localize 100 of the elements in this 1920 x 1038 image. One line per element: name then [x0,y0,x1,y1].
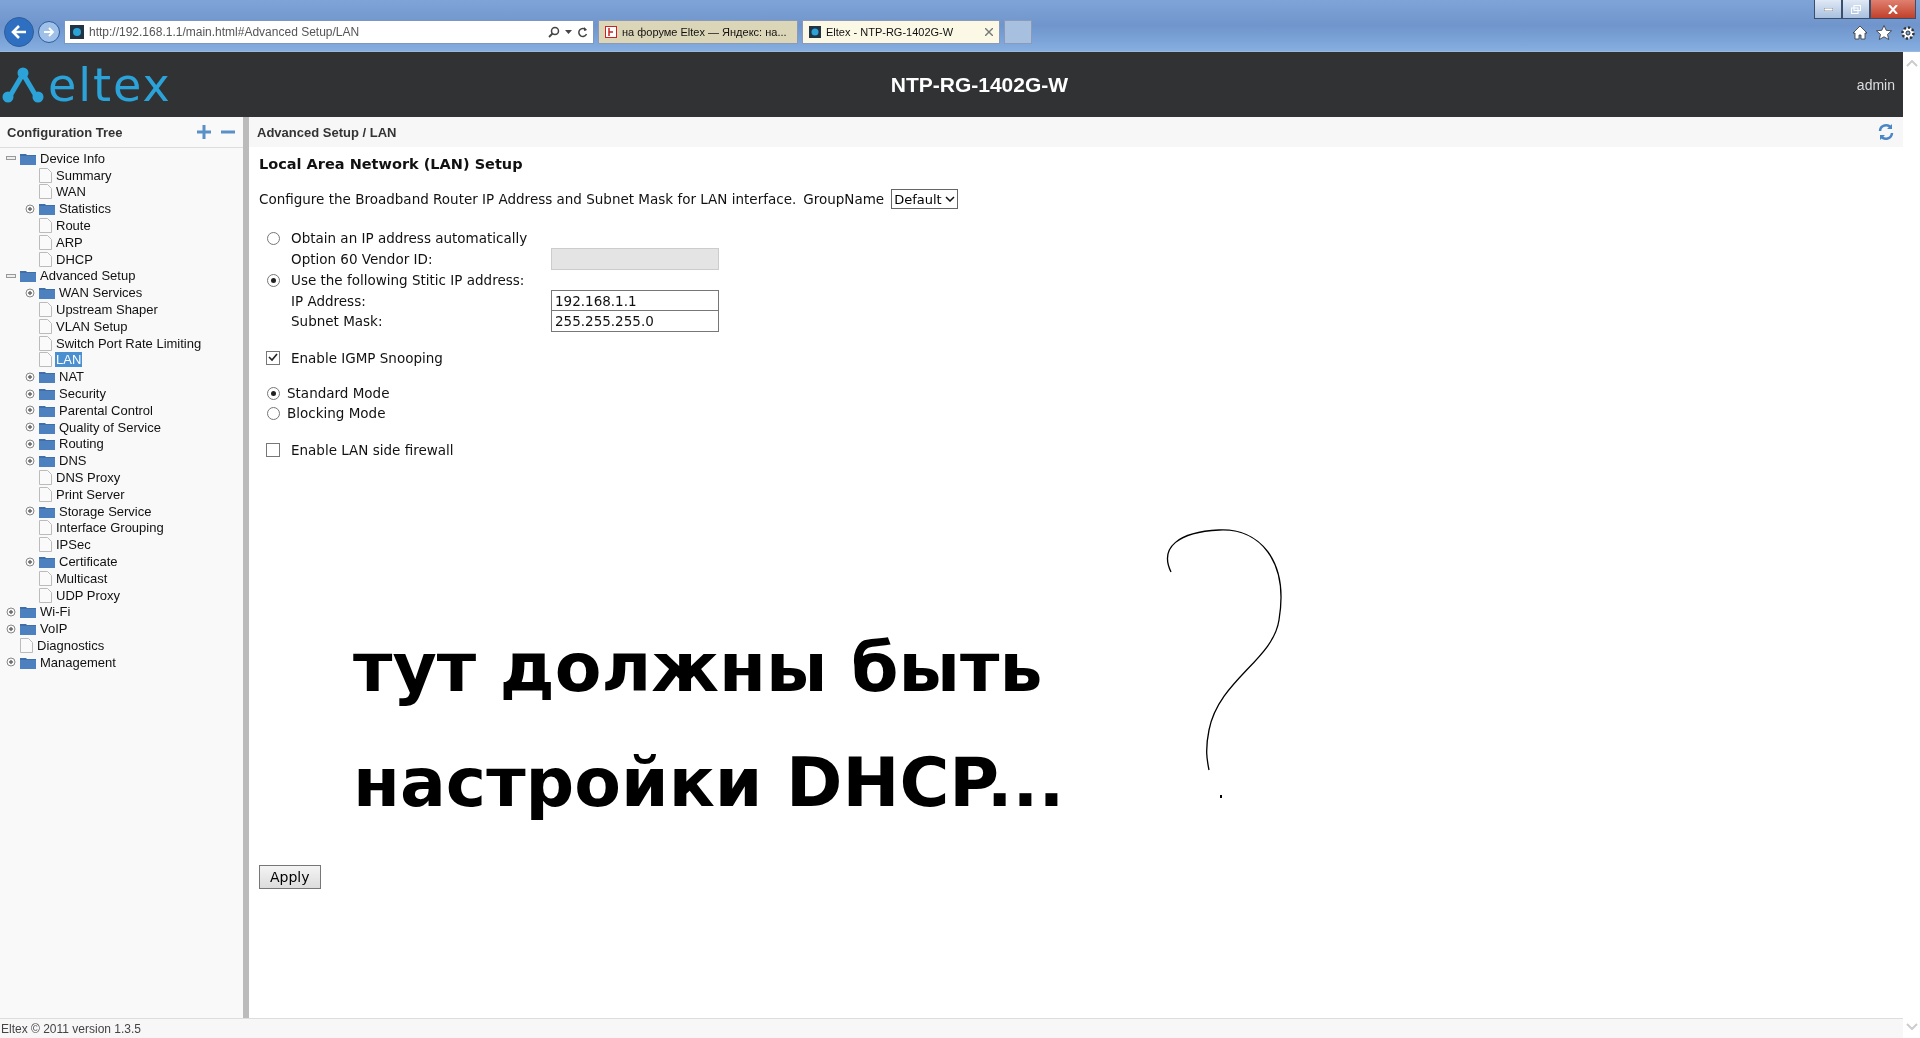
expand-icon[interactable] [25,405,35,416]
checkbox[interactable] [266,350,280,365]
star-icon[interactable] [1876,25,1892,40]
tree-item[interactable]: Summary [55,167,113,183]
option-label: Enable LAN side firewall [291,442,454,459]
page-icon [39,184,52,200]
back-button[interactable] [4,17,34,47]
tree-item[interactable]: Quality of Service [58,419,162,435]
tree-item[interactable]: Switch Port Rate Limiting [55,335,203,351]
checkbox[interactable] [266,443,280,458]
tree-item[interactable]: Parental Control [58,402,154,418]
page-icon [39,352,52,368]
tree-item[interactable]: WAN [55,184,87,200]
footer-text: Eltex © 2011 version 1.3.5 [0,1018,1903,1038]
site-icon [809,26,821,38]
tree-item[interactable]: Management [39,654,117,670]
browser-tab[interactable]: на форуме Eltex — Яндекс: на... [598,20,798,44]
forward-arrow-icon [43,27,55,37]
field-label: Option 60 Vendor ID: [290,251,434,268]
logo-text: eltex [48,61,172,108]
input-field[interactable]: 255.255.255.0 [551,309,719,332]
expand-icon[interactable] [6,657,16,668]
expand-icon[interactable] [25,438,35,449]
option-label: Use the following Stitic IP address: [291,272,525,289]
folder-icon [20,655,36,669]
search-icon[interactable] [548,26,560,38]
close-icon [1888,4,1898,14]
folder-icon [39,420,55,434]
home-icon[interactable] [1852,25,1868,40]
tree-item[interactable]: DHCP [55,251,94,267]
folder-icon [39,504,55,518]
radio-button[interactable] [266,231,280,245]
folder-icon [20,605,36,619]
tree-item[interactable]: Interface Grouping [55,520,165,536]
page-icon [39,537,52,553]
expand-icon[interactable] [25,455,35,466]
tree-item[interactable]: Print Server [55,486,126,502]
refresh-icon[interactable] [577,26,588,38]
radio-button[interactable] [266,386,280,400]
tree-item[interactable]: Diagnostics [36,638,106,653]
expand-icon[interactable] [25,556,35,567]
folder-icon [20,622,36,636]
expand-icon[interactable] [25,371,35,382]
annotation-text: тут должны быть [353,626,1044,709]
tree-item[interactable]: DNS [58,453,88,469]
field-label: Subnet Mask: [290,312,384,329]
expand-all-icon[interactable] [197,125,211,139]
tree-item[interactable]: Statistics [58,201,112,217]
tree-item[interactable]: IPSec [55,537,92,553]
tree-item[interactable]: ARP [55,234,84,250]
folder-icon [39,555,55,568]
close-icon[interactable] [985,28,993,36]
tree-item[interactable]: Advanced Setup [39,268,137,284]
tree-item[interactable]: Security [58,386,107,402]
close-button[interactable] [1870,0,1916,19]
page-icon [39,167,52,183]
tree-item[interactable]: UDP Proxy [55,587,122,603]
page-icon [39,570,52,586]
tree-item[interactable]: DNS Proxy [55,470,122,486]
expand-icon[interactable] [25,203,35,214]
field-label: IP Address: [290,293,367,310]
tree-item[interactable]: Routing [58,436,105,452]
minimize-button[interactable] [1814,0,1842,19]
tree-item[interactable]: Upstream Shaper [55,302,159,318]
browser-tab[interactable]: Eltex - NTP-RG-1402G-W [802,20,1000,44]
description-text: Configure the Broadband Router IP Address and Subnet Mask for LAN interface. [259,191,797,207]
option-label: Obtain an IP address automatically [291,230,528,247]
settings-icon[interactable] [1900,25,1916,41]
tree-item[interactable]: VoIP [39,621,69,637]
page-icon [20,638,33,653]
expand-icon[interactable] [6,606,16,617]
expand-icon[interactable] [25,287,35,298]
expand-icon[interactable] [6,623,16,634]
tree-item[interactable]: Device Info [39,150,107,166]
tree-item[interactable]: Wi-Fi [39,604,72,620]
input-field[interactable]: 192.168.1.1 [551,290,719,313]
tree-item[interactable]: Route [55,218,92,234]
tree-item[interactable]: Storage Service [58,503,153,519]
tree-item[interactable]: WAN Services [58,285,144,301]
user-name: admin [1856,76,1895,93]
dropdown-caret-icon[interactable] [565,30,572,34]
tree-item[interactable]: NAT [58,369,86,385]
radio-button[interactable] [266,406,280,420]
group-select[interactable]: Default [891,189,958,209]
radio-button[interactable] [266,273,280,287]
apply-button[interactable]: Apply [259,864,321,889]
forward-button[interactable] [38,21,60,43]
favicon-icon [605,26,617,38]
expand-icon[interactable] [25,388,35,399]
restore-button[interactable] [1842,0,1870,19]
folder-icon [39,370,55,384]
option-label: Blocking Mode [287,405,386,421]
tree-item[interactable]: VLAN Setup [55,318,129,334]
expand-icon[interactable] [25,422,35,433]
tree-item[interactable]: Certificate [58,554,119,569]
page-icon [39,318,52,334]
annotation-text: настройки DHCP... [353,741,1066,824]
tree-item[interactable]: Multicast [55,570,109,586]
expand-icon[interactable] [25,506,35,517]
address-bar[interactable]: http://192.168.1.1/main.html#Advanced Setup/LAN [64,20,594,44]
